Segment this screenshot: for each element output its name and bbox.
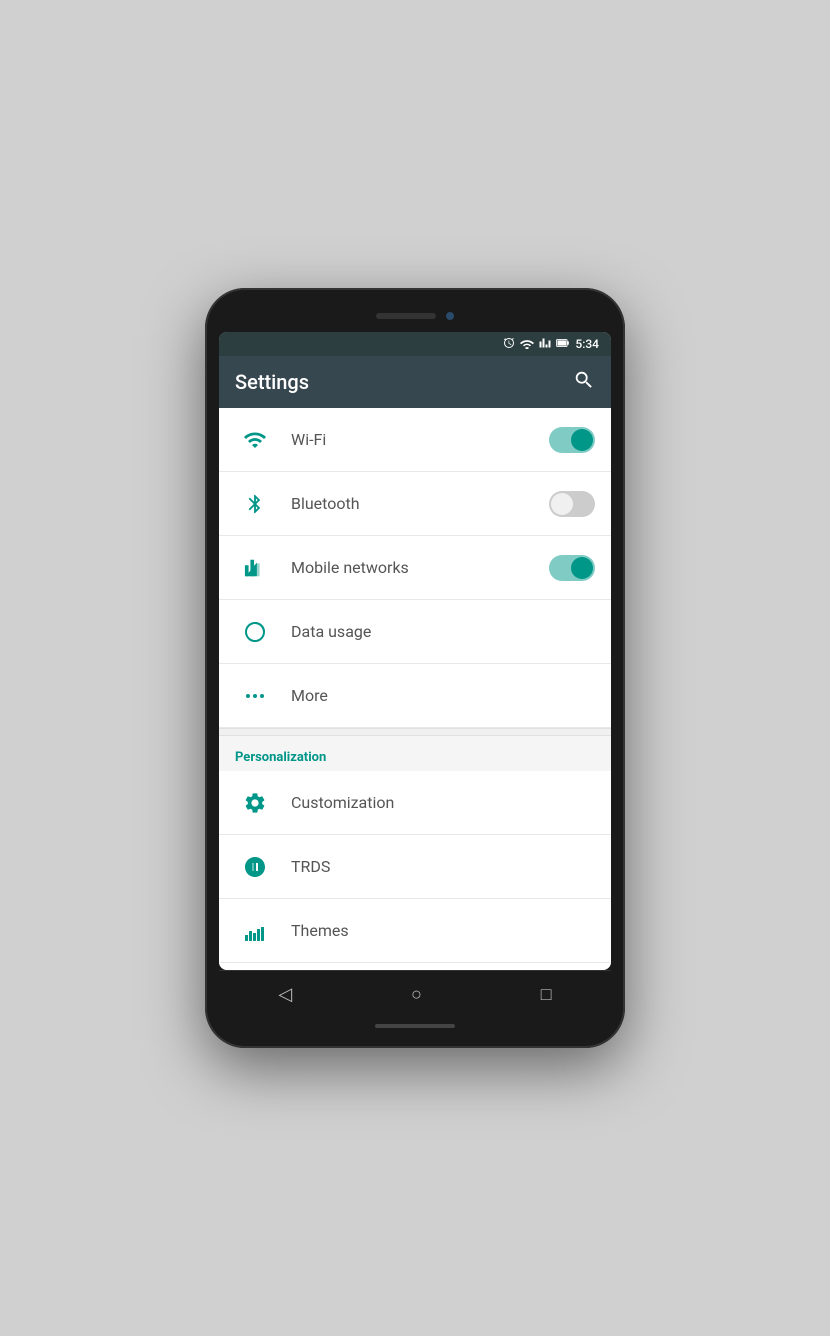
trds-icon bbox=[235, 855, 275, 879]
phone-bottom-bar bbox=[219, 1024, 611, 1028]
home-button[interactable]: ○ bbox=[403, 976, 430, 1013]
mobile-networks-toggle[interactable] bbox=[549, 555, 595, 581]
more-item[interactable]: More bbox=[219, 664, 611, 728]
phone-frame: 5:34 Settings bbox=[205, 288, 625, 1048]
customization-item[interactable]: Customization bbox=[219, 771, 611, 835]
bluetooth-item[interactable]: Bluetooth bbox=[219, 472, 611, 536]
status-bar: 5:34 bbox=[219, 332, 611, 356]
customization-label: Customization bbox=[291, 793, 595, 812]
data-usage-item[interactable]: Data usage bbox=[219, 600, 611, 664]
app-bar: Settings bbox=[219, 356, 611, 408]
settings-list: Wi-Fi Bluetooth bbox=[219, 408, 611, 970]
back-button[interactable]: ◁ bbox=[270, 976, 300, 1013]
status-time: 5:34 bbox=[575, 337, 599, 351]
search-button[interactable] bbox=[573, 369, 595, 396]
phone-camera bbox=[446, 312, 454, 320]
wifi-label: Wi-Fi bbox=[291, 430, 549, 449]
status-icons: 5:34 bbox=[503, 337, 599, 352]
phone-top-bar bbox=[219, 306, 611, 326]
alarm-icon bbox=[503, 337, 515, 352]
bluetooth-icon bbox=[235, 493, 275, 515]
wifi-toggle[interactable] bbox=[549, 427, 595, 453]
phone-screen: 5:34 Settings bbox=[219, 332, 611, 970]
themes-label: Themes bbox=[291, 921, 595, 940]
signal-status-icon bbox=[539, 337, 551, 352]
page-title: Settings bbox=[235, 370, 309, 394]
wifi-item[interactable]: Wi-Fi bbox=[219, 408, 611, 472]
wifi-status-icon bbox=[520, 337, 534, 352]
phone-nav-bar: ◁ ○ □ bbox=[219, 970, 611, 1018]
more-label: More bbox=[291, 686, 595, 705]
trds-item[interactable]: TRDS bbox=[219, 835, 611, 899]
battery-status-icon bbox=[556, 337, 570, 352]
data-usage-label: Data usage bbox=[291, 622, 595, 641]
mobile-signal-icon bbox=[235, 557, 275, 579]
trds-label: TRDS bbox=[291, 857, 595, 876]
personalization-section: Personalization Customization bbox=[219, 736, 611, 963]
recent-button[interactable]: □ bbox=[533, 976, 560, 1013]
section-divider bbox=[219, 728, 611, 736]
gear-icon bbox=[235, 791, 275, 815]
themes-item[interactable]: Themes bbox=[219, 899, 611, 963]
mobile-networks-item[interactable]: Mobile networks bbox=[219, 536, 611, 600]
mobile-networks-label: Mobile networks bbox=[291, 558, 549, 577]
bluetooth-label: Bluetooth bbox=[291, 494, 549, 513]
wireless-section: Wi-Fi Bluetooth bbox=[219, 408, 611, 728]
themes-icon bbox=[235, 919, 275, 943]
data-usage-icon bbox=[235, 620, 275, 644]
personalization-header: Personalization bbox=[219, 736, 611, 771]
more-dots-icon bbox=[235, 684, 275, 708]
bluetooth-toggle[interactable] bbox=[549, 491, 595, 517]
phone-home-bar bbox=[375, 1024, 455, 1028]
wifi-icon bbox=[235, 428, 275, 452]
phone-speaker bbox=[376, 313, 436, 319]
